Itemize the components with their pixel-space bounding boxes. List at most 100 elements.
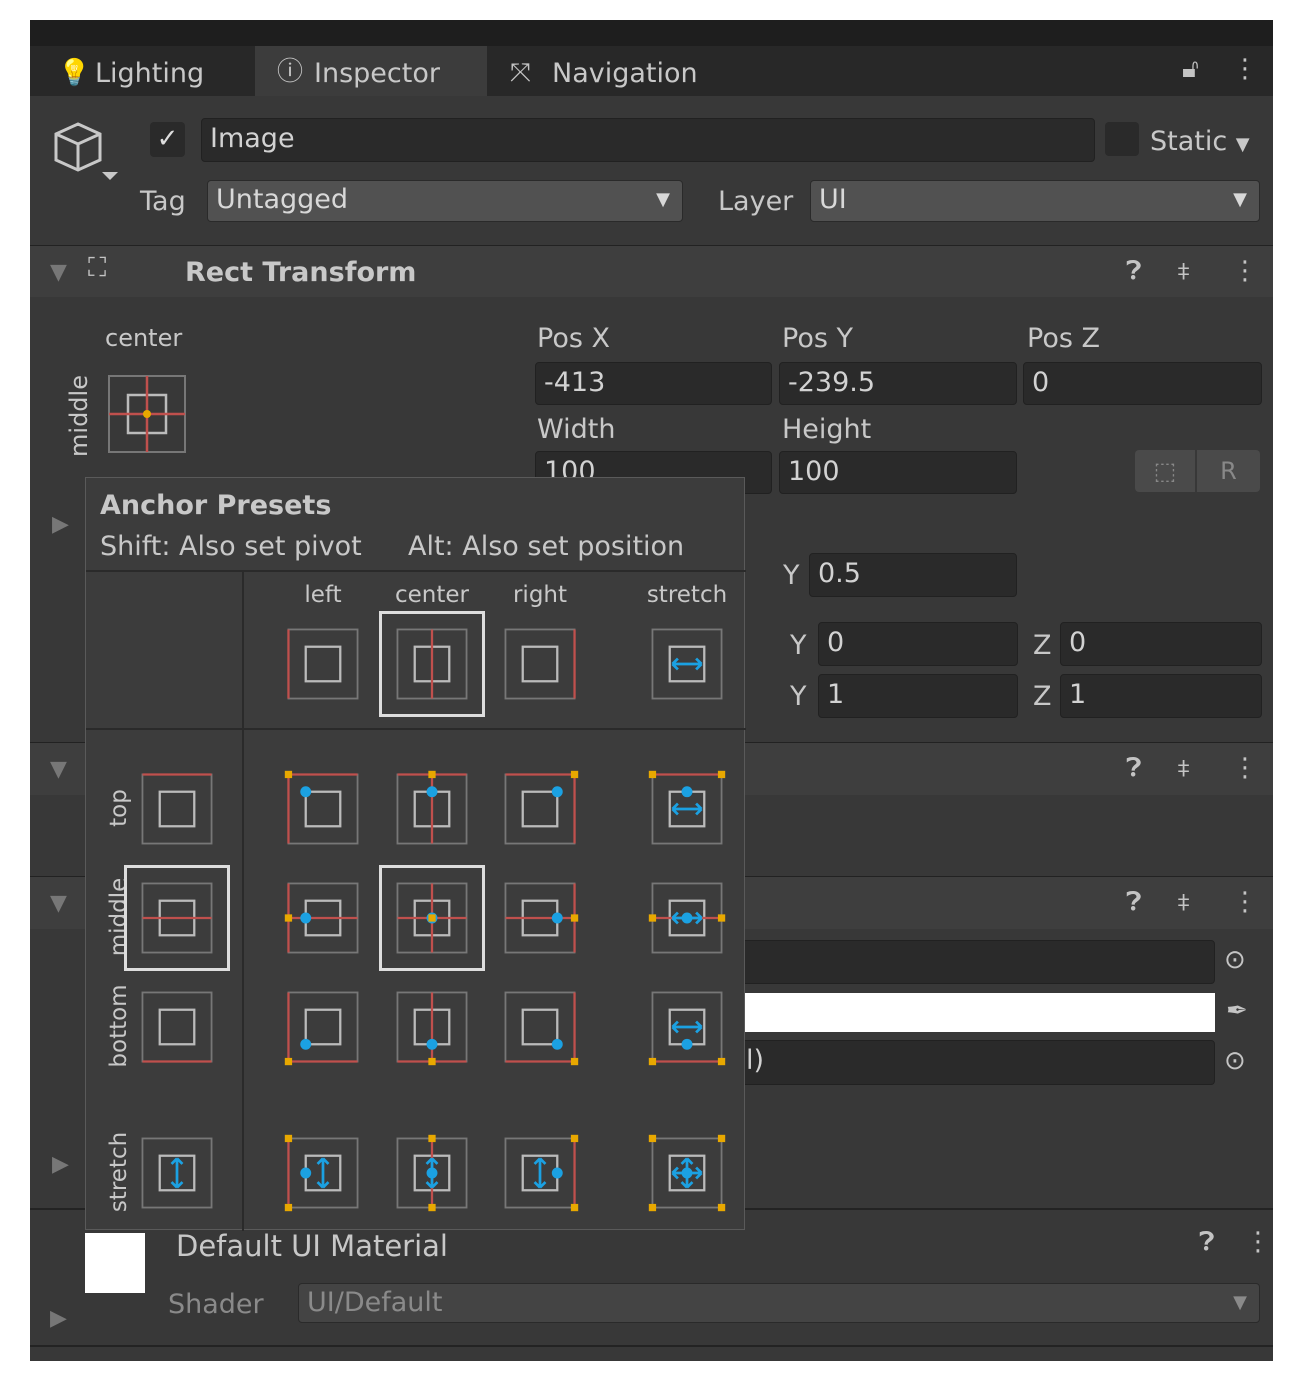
preset-row-top[interactable] [124,756,230,862]
anchor-preset-icon [396,628,468,700]
height-input[interactable]: 100 [779,451,1017,494]
foldout-arrow-icon[interactable]: ▶ [50,1306,67,1331]
help-icon[interactable]: ❓︎ [1126,755,1142,781]
preset-middle-left[interactable] [270,865,376,971]
object-picker-icon[interactable]: ⊙ [1224,947,1246,973]
vertical-stretch-icon [533,1157,547,1189]
preset-top-center[interactable] [379,756,485,862]
blueprint-mode-button[interactable]: ⬚ [1135,450,1195,492]
anchor-preset-icon [504,1134,579,1212]
eyedropper-icon[interactable]: ✒ [1226,998,1248,1024]
preset-bottom-left[interactable] [270,974,376,1080]
anchor-point [648,914,657,922]
help-icon[interactable]: ❓︎ [1126,889,1142,915]
preset-middle-stretch[interactable] [634,865,740,971]
preset-column-left[interactable] [270,611,376,717]
shader-dropdown[interactable]: UI/Default ▼ [298,1283,1260,1323]
column-label-left: left [304,582,342,608]
foldout-arrow-icon[interactable]: ▼ [50,891,67,916]
preset-stretch-left[interactable] [270,1120,376,1226]
anchor-icon [396,882,468,954]
pivot-point [300,1167,312,1179]
object-picker-icon[interactable]: ⊙ [1224,1048,1246,1074]
kebab-menu-icon[interactable]: ⋮ [1232,889,1258,915]
anchor-icon [141,991,213,1063]
pivot-y-input[interactable]: 0.5 [809,553,1017,597]
color-field[interactable] [700,993,1215,1032]
anchor-preset-icon [141,1137,213,1209]
anchor-preset-icon [648,991,726,1066]
active-checkbox[interactable]: ✓ [150,122,185,157]
preset-stretch-center[interactable] [379,1120,485,1226]
preset-bottom-right[interactable] [487,974,593,1080]
anchor-preset-icon [396,991,468,1066]
pos-y-input[interactable]: -239.5 [779,362,1017,405]
preset-column-center[interactable] [379,611,485,717]
gameobject-cube-icon[interactable] [52,120,122,186]
foldout-arrow-icon[interactable]: ▼ [50,757,67,782]
rotation-y-input[interactable]: 0 [818,622,1018,666]
static-dropdown[interactable]: Static ▼ [1150,128,1250,155]
tag-dropdown[interactable]: Untagged ▼ [207,180,683,222]
anchor-preset-button[interactable] [103,370,191,458]
source-image-field[interactable] [700,940,1215,984]
inner-rect [158,1008,196,1046]
preset-bottom-center[interactable] [379,974,485,1080]
anchor-icon [284,991,359,1066]
pivot-point [681,786,693,798]
preset-middle-right[interactable] [487,865,593,971]
kebab-menu-icon[interactable]: ⋮ [1245,1229,1271,1255]
raw-edit-button[interactable]: R [1197,450,1260,492]
anchor-point [717,1057,726,1066]
preset-middle-center[interactable] [379,865,485,971]
presets-icon[interactable]: ⧧ [1177,258,1190,284]
horizontal-stretch-icon [671,1020,703,1034]
anchor-preset-icon [141,882,213,954]
horizontal-stretch-icon [671,802,703,816]
presets-icon[interactable]: ⧧ [1177,755,1190,781]
pos-z-input[interactable]: 0 [1023,362,1262,405]
tab-navigation[interactable]: ⤧ Navigation [505,50,735,96]
anchor-icon [396,1134,468,1212]
tab-lighting[interactable]: 💡 Lighting [40,50,250,96]
rotation-z-input[interactable]: 0 [1060,622,1262,666]
layer-dropdown[interactable]: UI ▼ [810,180,1260,222]
preset-bottom-stretch[interactable] [634,974,740,1080]
preset-column-right[interactable] [487,611,593,717]
anchor-presets-popup: Anchor Presets Shift: Also set pivot Alt… [85,477,746,1231]
kebab-menu-icon[interactable]: ⋮ [1232,258,1258,284]
kebab-menu-icon[interactable]: ⋮ [1232,755,1258,781]
preset-top-stretch[interactable] [634,756,740,862]
help-icon[interactable]: ❓︎ [1199,1229,1215,1255]
presets-icon[interactable]: ⧧ [1177,889,1190,915]
scale-y-input[interactable]: 1 [818,674,1018,718]
material-field[interactable]: l) [700,1040,1215,1085]
anchor-icon [284,770,359,845]
preset-column-stretch[interactable] [634,611,740,717]
anchor-point [717,1134,726,1143]
preset-stretch-right[interactable] [487,1120,593,1226]
foldout-arrow-icon[interactable]: ▼ [50,260,67,285]
help-icon[interactable]: ❓︎ [1126,258,1142,284]
preset-stretch-stretch[interactable] [634,1120,740,1226]
foldout-arrow-icon[interactable]: ▶ [52,512,69,537]
static-checkbox[interactable] [1105,122,1139,156]
anchor-point [428,770,436,779]
preset-top-right[interactable] [487,756,593,862]
object-name-input[interactable]: Image [201,118,1095,162]
pos-x-input[interactable]: -413 [535,362,772,405]
scale-z-input[interactable]: 1 [1060,674,1262,718]
anchor-point [570,914,579,922]
anchor-point [648,1134,657,1143]
lock-icon[interactable]: 🔓︎ [1182,56,1199,82]
preset-row-stretch[interactable] [124,1120,230,1226]
preset-row-bottom[interactable] [124,974,230,1080]
preset-row-middle[interactable] [124,865,230,971]
anchor-point [717,914,726,922]
foldout-arrow-icon[interactable]: ▶ [52,1152,69,1177]
kebab-menu-icon[interactable]: ⋮ [1232,56,1258,82]
preset-top-left[interactable] [270,756,376,862]
anchor-preset-icon [396,882,468,954]
tab-inspector[interactable]: ⓘ Inspector [255,46,487,96]
lightbulb-icon: 💡 [58,58,91,88]
